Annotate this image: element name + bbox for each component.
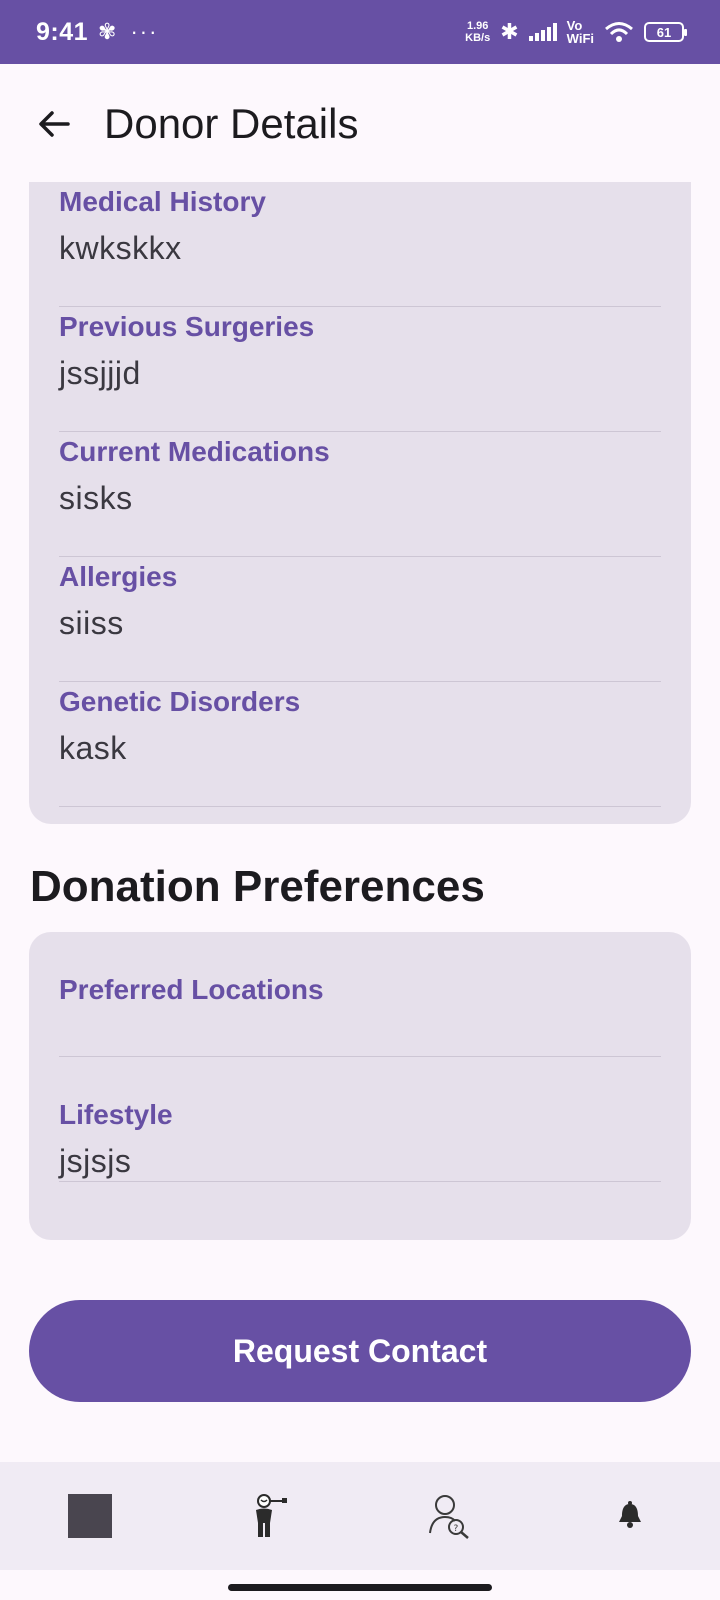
more-notifications-icon: ··· — [130, 19, 159, 44]
notification-icon — [619, 1501, 641, 1528]
field-value: jssjjjd — [59, 355, 141, 391]
home-icon — [68, 1494, 112, 1538]
donation-preferences-card: Preferred Locations Lifestyle jsjsjs — [29, 932, 691, 1240]
field-previous-surgeries: Previous Surgeries jssjjjd — [59, 307, 661, 432]
pinwheel-icon: ✾ — [98, 19, 117, 44]
field-label: Current Medications — [59, 436, 330, 467]
section-title-donation-preferences: Donation Preferences — [30, 862, 485, 911]
status-icons: 1.96 KB/s ✱ Vo WiFi 61 — [465, 19, 687, 45]
wifi-icon — [605, 22, 633, 42]
field-allergies: Allergies siiss — [59, 557, 661, 682]
field-label: Lifestyle — [59, 1099, 173, 1130]
field-lifestyle: Lifestyle jsjsjs — [59, 1057, 661, 1182]
field-value: kwkskkx — [59, 230, 182, 266]
app-bar: Donor Details — [0, 64, 720, 184]
field-value: siiss — [59, 605, 124, 641]
page-title: Donor Details — [104, 100, 359, 147]
field-preferred-locations: Preferred Locations — [59, 932, 661, 1057]
nav-notifications[interactable] — [588, 1474, 672, 1558]
vowifi-wifi: WiFi — [566, 31, 594, 46]
field-label: Previous Surgeries — [59, 311, 315, 342]
status-bar: 9:41 ✾ ··· 1.96 KB/s ✱ Vo WiFi 61 — [0, 0, 720, 64]
bottom-navigation: ? — [0, 1462, 720, 1570]
nav-donor[interactable] — [228, 1474, 312, 1558]
network-speed-unit: KB/s — [465, 32, 491, 44]
field-label: Allergies — [59, 561, 178, 592]
field-genetic-disorders: Genetic Disorders kask — [59, 682, 661, 807]
field-medical-history: Medical History kwkskkx — [59, 182, 661, 307]
gesture-bar[interactable] — [228, 1584, 492, 1591]
field-current-medications: Current Medications sisks — [59, 432, 661, 557]
field-label: Preferred Locations — [59, 974, 324, 1005]
field-value: kask — [59, 730, 127, 766]
donor-icon — [256, 1494, 287, 1537]
medical-info-card: Medical History kwkskkx Previous Surgeri… — [29, 182, 691, 824]
battery-level: 61 — [656, 24, 672, 40]
field-label: Genetic Disorders — [59, 686, 301, 717]
field-value: jsjsjs — [59, 1143, 132, 1179]
nav-home[interactable] — [48, 1474, 132, 1558]
back-button[interactable] — [24, 94, 84, 154]
network-speed: 1.96 KB/s — [465, 20, 490, 44]
battery-icon: 61 — [644, 22, 687, 42]
arrow-left-icon — [39, 111, 70, 137]
request-contact-button[interactable]: Request Contact — [29, 1300, 691, 1402]
field-label: Medical History — [59, 186, 266, 217]
svg-text:?: ? — [454, 1524, 459, 1534]
nav-search-donor[interactable]: ? — [408, 1474, 492, 1558]
vowifi-indicator: Vo WiFi — [567, 19, 594, 45]
bluetooth-icon: ✱ — [500, 19, 519, 44]
signal-icon — [528, 23, 557, 41]
status-time: 9:41 — [36, 17, 89, 46]
field-value: sisks — [59, 480, 133, 516]
search-user-icon: ? — [429, 1495, 469, 1539]
network-speed-value: 1.96 — [466, 20, 489, 32]
